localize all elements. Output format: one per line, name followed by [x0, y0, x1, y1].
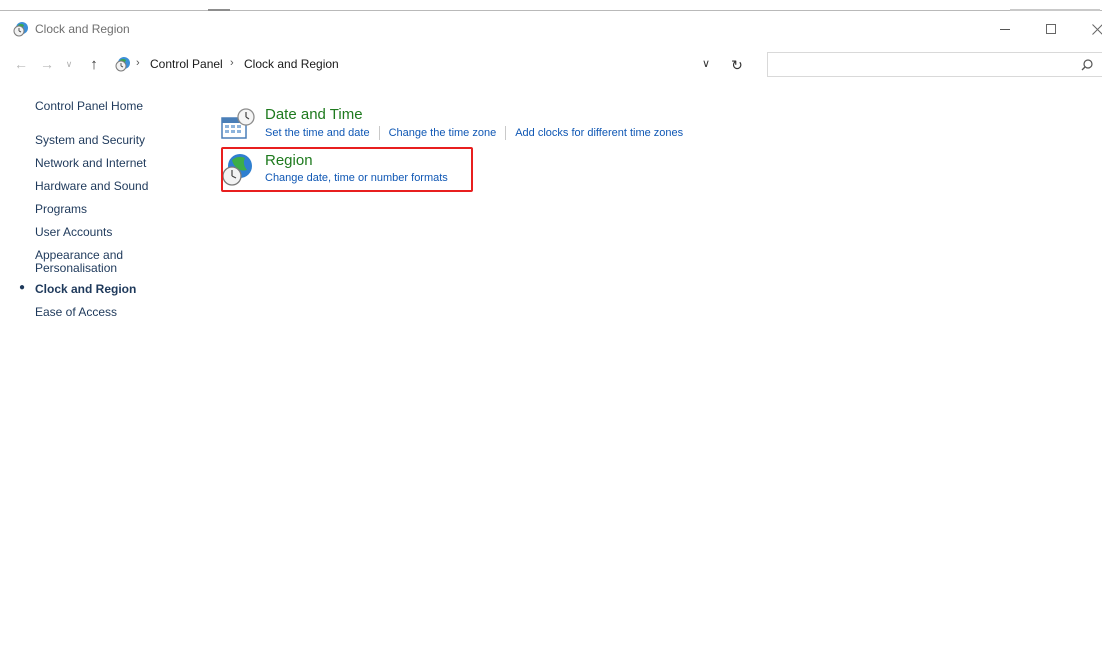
- search-input[interactable]: [767, 52, 1102, 77]
- search-icon: [1081, 59, 1093, 71]
- change-time-zone-link[interactable]: Change the time zone: [389, 127, 497, 139]
- title-bar: Clock and Region: [0, 14, 1102, 44]
- sidebar-item-appearance-and-personalisation[interactable]: Appearance and Personalisation: [35, 249, 123, 275]
- forward-arrow-icon[interactable]: →: [38, 55, 56, 73]
- back-arrow-icon[interactable]: ←: [12, 55, 30, 73]
- sidebar-control-panel-home[interactable]: Control Panel Home: [35, 100, 143, 113]
- clock-region-location-icon: [115, 56, 131, 72]
- date-and-time-links: Set the time and date Change the time zo…: [265, 126, 683, 140]
- breadcrumb-separator-icon[interactable]: ›: [230, 57, 234, 69]
- sidebar-item-programs[interactable]: Programs: [35, 203, 87, 216]
- minimize-icon: [1000, 28, 1010, 30]
- maximize-icon: [1046, 24, 1056, 34]
- sidebar-item-hardware-and-sound[interactable]: Hardware and Sound: [35, 180, 148, 193]
- current-page-bullet-icon: ●: [19, 282, 26, 293]
- up-arrow-icon[interactable]: ↑: [85, 55, 103, 73]
- maximize-button[interactable]: [1028, 14, 1074, 44]
- address-bar[interactable]: › Control Panel › Clock and Region ∨: [110, 52, 724, 76]
- address-dropdown-chevron-icon[interactable]: ∨: [702, 57, 710, 70]
- window-top-edge-accent: [208, 9, 230, 11]
- window-top-edge: [0, 10, 1102, 11]
- breadcrumb-clock-and-region[interactable]: Clock and Region: [244, 57, 339, 71]
- sidebar-item-ease-of-access[interactable]: Ease of Access: [35, 306, 117, 319]
- recent-locations-chevron-icon[interactable]: ∨: [60, 55, 78, 73]
- sidebar-item-system-and-security[interactable]: System and Security: [35, 134, 145, 147]
- refresh-icon[interactable]: ↻: [728, 56, 746, 74]
- set-time-and-date-link[interactable]: Set the time and date: [265, 127, 370, 139]
- link-divider: [505, 126, 507, 140]
- clock-region-app-icon: [13, 21, 29, 37]
- sidebar-item-network-and-internet[interactable]: Network and Internet: [35, 157, 146, 170]
- close-button[interactable]: [1074, 14, 1102, 44]
- add-clocks-link[interactable]: Add clocks for different time zones: [515, 127, 683, 139]
- breadcrumb-control-panel[interactable]: Control Panel: [150, 57, 223, 71]
- minimize-button[interactable]: [982, 14, 1028, 44]
- close-icon: [1091, 23, 1102, 35]
- breadcrumb-separator-icon[interactable]: ›: [136, 57, 140, 69]
- link-divider: [378, 126, 380, 140]
- navigation-bar: ← → ∨ ↑ › Control Panel › Clock and Regi…: [0, 52, 1102, 78]
- sidebar-item-clock-and-region[interactable]: Clock and Region: [35, 283, 136, 296]
- calendar-clock-icon[interactable]: [220, 106, 256, 142]
- window-top-edge-accent-right: [1010, 9, 1100, 11]
- window-title: Clock and Region: [35, 22, 130, 36]
- category-title-date-and-time[interactable]: Date and Time: [265, 106, 363, 123]
- region-highlight-box: [221, 147, 473, 192]
- sidebar-item-user-accounts[interactable]: User Accounts: [35, 226, 112, 239]
